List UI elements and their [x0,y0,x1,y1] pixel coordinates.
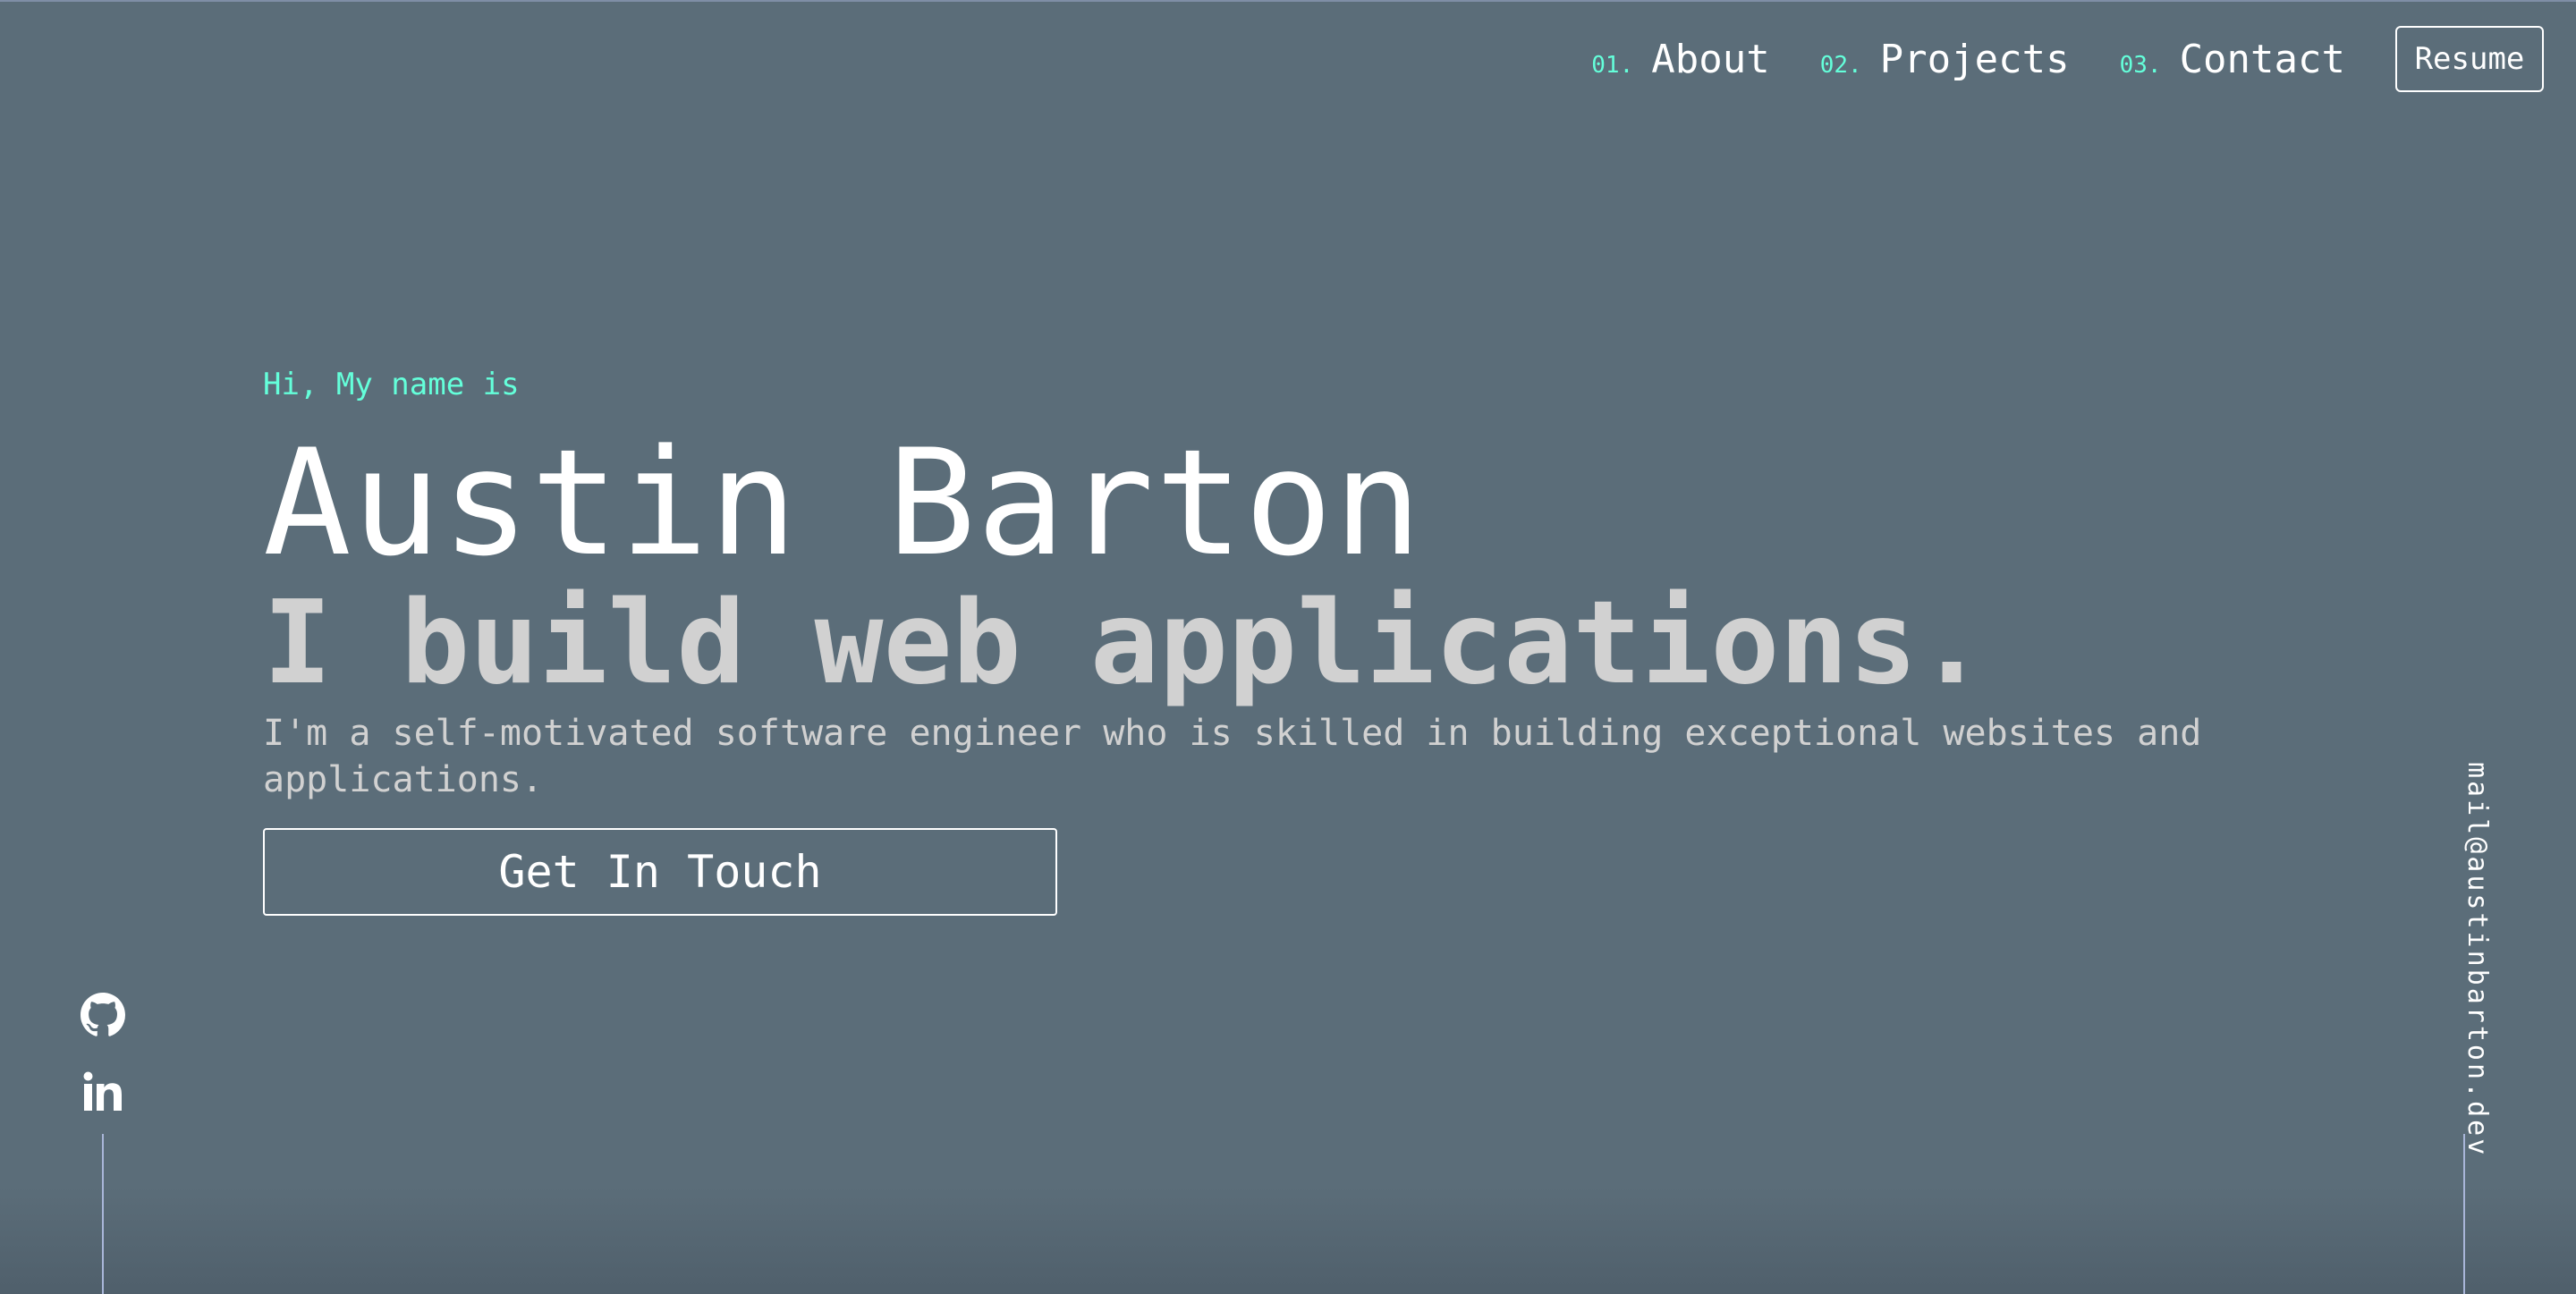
top-border [0,0,2576,2]
get-in-touch-button[interactable]: Get In Touch [263,828,1057,916]
resume-button[interactable]: Resume [2395,26,2544,92]
greeting: Hi, My name is [263,367,520,402]
hero-description: I'm a self-motivated software engineer w… [263,713,2202,800]
nav-number: 03. [2119,51,2162,79]
nav-number: 02. [1819,51,1862,79]
nav-label: About [1651,36,1770,82]
left-vertical-line [102,1134,104,1294]
nav-number: 01. [1591,51,1634,79]
linkedin-icon [83,1071,122,1111]
top-nav: 01. About 02. Projects 03. Contact Resum… [1591,25,2544,93]
nav-item-contact[interactable]: 03. Contact [2120,37,2345,82]
email-link[interactable]: mail@austinbarton.dev [2462,762,2493,1157]
github-link[interactable] [80,993,125,1037]
linkedin-link[interactable] [80,1070,125,1114]
hero-tagline: I build web applications. [263,577,1987,710]
hero-section: Hi, My name is Austin Barton I build web… [263,358,2320,916]
bottom-shade [0,1187,2576,1294]
nav-label: Contact [2179,36,2345,82]
github-icon [80,993,125,1036]
nav-label: Projects [1879,36,2070,82]
nav-item-about[interactable]: 01. About [1591,37,1769,82]
nav-item-projects[interactable]: 02. Projects [1820,37,2070,82]
right-vertical-line [2463,1134,2465,1294]
hero-name: Austin Barton [263,418,1423,588]
